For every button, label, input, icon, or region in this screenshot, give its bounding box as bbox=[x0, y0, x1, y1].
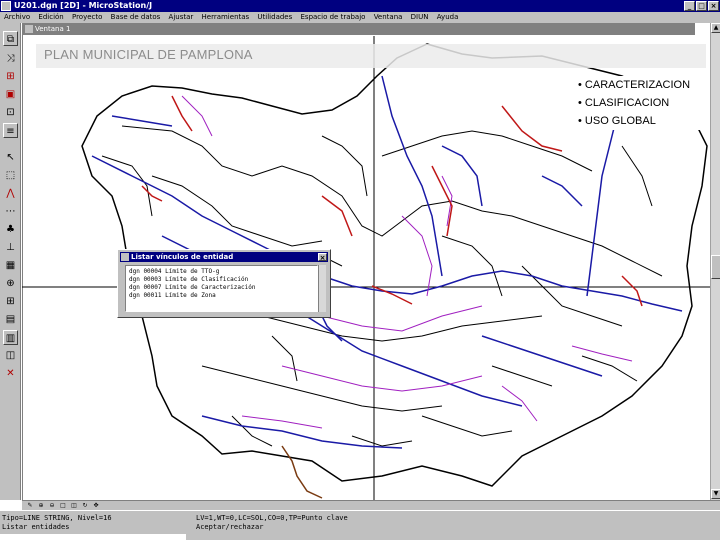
menu-diun[interactable]: DIUN bbox=[411, 12, 429, 23]
window-title: U201.dgn [2D] - MicroStation/J bbox=[14, 1, 153, 10]
minimize-button[interactable]: _ bbox=[684, 1, 695, 11]
tool-palette: ⧉ ⤨ ⊞ ▣ ⊡ ≡ ↖ ⬚ ⋀ ⋯ ♣ ⊥ ▦ ⊕ ⊞ ▤ ▥ ◫ ✕ bbox=[0, 23, 21, 500]
scroll-thumb[interactable] bbox=[711, 255, 720, 279]
river-segment bbox=[281, 445, 323, 499]
list-entity-links-dialog: Listar vínculos de entidad × dgn 00004 L… bbox=[117, 249, 331, 318]
pan-view-icon[interactable]: ✥ bbox=[91, 502, 101, 510]
text-icon[interactable]: ≡ bbox=[3, 123, 18, 138]
measure-icon[interactable]: ⋯ bbox=[3, 204, 18, 219]
bullet-caracterizacion: • CARACTERIZACION bbox=[578, 79, 691, 91]
status-prompt: Listar entidades bbox=[2, 523, 70, 531]
dialog-title: Listar vínculos de entidad bbox=[131, 253, 234, 261]
update-view-icon[interactable]: ✎ bbox=[25, 502, 35, 510]
menu-bar: Archivo Edición Proyecto Base de datos A… bbox=[0, 12, 720, 23]
menu-herramientas[interactable]: Herramientas bbox=[202, 12, 250, 23]
rotate-view-icon[interactable]: ↻ bbox=[80, 502, 90, 510]
modify-icon[interactable]: ⊡ bbox=[3, 105, 18, 120]
menu-base-de-datos[interactable]: Base de datos bbox=[111, 12, 161, 23]
menu-archivo[interactable]: Archivo bbox=[4, 12, 30, 23]
menu-proyecto[interactable]: Proyecto bbox=[72, 12, 102, 23]
list-item[interactable]: dgn 00011 Límite de Zona bbox=[129, 292, 314, 300]
title-bar: U201.dgn [2D] - MicroStation/J _ □ × bbox=[0, 0, 720, 12]
scroll-down-arrow-icon[interactable]: ▼ bbox=[711, 489, 720, 499]
status-element-type: Tipo=LINE STRING, Nivel=16 bbox=[2, 514, 112, 522]
pattern-icon[interactable]: ▦ bbox=[3, 258, 18, 273]
dialog-menu-icon[interactable] bbox=[121, 253, 129, 261]
zoom-out-icon[interactable]: ⊖ bbox=[47, 502, 57, 510]
view-control-bar: ✎ ⊕ ⊖ □ ◫ ↻ ✥ bbox=[22, 500, 720, 510]
place-block-icon[interactable]: ⬚ bbox=[3, 168, 18, 183]
copy-element-icon[interactable]: ⧉ bbox=[3, 31, 18, 46]
slide-bullet-list: • CARACTERIZACION • CLASIFICACION • USO … bbox=[578, 76, 710, 130]
window-area-icon[interactable]: □ bbox=[58, 502, 68, 510]
menu-ventana[interactable]: Ventana bbox=[374, 12, 403, 23]
bullet-uso-global: • USO GLOBAL bbox=[578, 115, 656, 127]
delete-element-icon[interactable]: ✕ bbox=[3, 366, 18, 381]
list-item[interactable]: dgn 00007 Límite de Caracterización bbox=[129, 284, 314, 292]
entity-links-list[interactable]: dgn 00004 Límite de TTO-g dgn 00003 Lími… bbox=[125, 265, 318, 312]
slide-title: PLAN MUNICIPAL DE PAMPLONA bbox=[44, 47, 253, 62]
list-item[interactable]: dgn 00003 Límite de Clasificación bbox=[129, 276, 314, 284]
list-item[interactable]: dgn 00004 Límite de TTO-g bbox=[129, 268, 314, 276]
microstation-app-icon[interactable] bbox=[1, 1, 11, 11]
maximize-button[interactable]: □ bbox=[696, 1, 707, 11]
menu-edicion[interactable]: Edición bbox=[38, 12, 63, 23]
zoom-icon[interactable]: ⊕ bbox=[3, 276, 18, 291]
dialog-title-bar: Listar vínculos de entidad × bbox=[120, 252, 328, 262]
status-bar: Tipo=LINE STRING, Nivel=16 Listar entida… bbox=[0, 510, 720, 541]
fence-icon[interactable]: ▣ bbox=[3, 87, 18, 102]
attach-link-icon[interactable]: ▥ bbox=[3, 330, 18, 345]
menu-ayuda[interactable]: Ayuda bbox=[437, 12, 459, 23]
menu-espacio-de-trabajo[interactable]: Espacio de trabajo bbox=[301, 12, 366, 23]
status-level-info: LV=1,WT=0,LC=SOL,CO=0,TP=Punto clave bbox=[196, 514, 348, 522]
review-icon[interactable]: ◫ bbox=[3, 348, 18, 363]
fit-view-icon[interactable]: ◫ bbox=[69, 502, 79, 510]
view-title-bar: Ventana 1 bbox=[23, 23, 695, 35]
place-cell-icon[interactable]: ♣ bbox=[3, 222, 18, 237]
scale-element-icon[interactable]: ⊞ bbox=[3, 69, 18, 84]
dialog-close-button[interactable]: × bbox=[318, 253, 327, 262]
database-icon[interactable]: ▤ bbox=[3, 312, 18, 327]
move-element-icon[interactable]: ⤨ bbox=[3, 51, 18, 66]
zoom-in-icon[interactable]: ⊕ bbox=[36, 502, 46, 510]
view-title: Ventana 1 bbox=[35, 25, 71, 33]
menu-utilidades[interactable]: Utilidades bbox=[257, 12, 292, 23]
dialog-scrollbar[interactable] bbox=[318, 265, 326, 312]
scroll-up-arrow-icon[interactable]: ▲ bbox=[711, 23, 720, 33]
menu-ajustar[interactable]: Ajustar bbox=[169, 12, 194, 23]
select-element-icon[interactable]: ↖ bbox=[3, 150, 18, 165]
view-menu-icon[interactable] bbox=[25, 25, 33, 33]
close-button[interactable]: × bbox=[708, 1, 719, 11]
dimension-icon[interactable]: ⊥ bbox=[3, 240, 18, 255]
slide-title-banner: PLAN MUNICIPAL DE PAMPLONA bbox=[36, 44, 706, 68]
place-arc-icon[interactable]: ⋀ bbox=[3, 186, 18, 201]
grid-icon[interactable]: ⊞ bbox=[3, 294, 18, 309]
vertical-scrollbar[interactable]: ▲ ▼ bbox=[710, 23, 720, 500]
bullet-clasificacion: • CLASIFICACION bbox=[578, 97, 670, 109]
status-accept-reject: Aceptar/rechazar bbox=[196, 523, 264, 531]
